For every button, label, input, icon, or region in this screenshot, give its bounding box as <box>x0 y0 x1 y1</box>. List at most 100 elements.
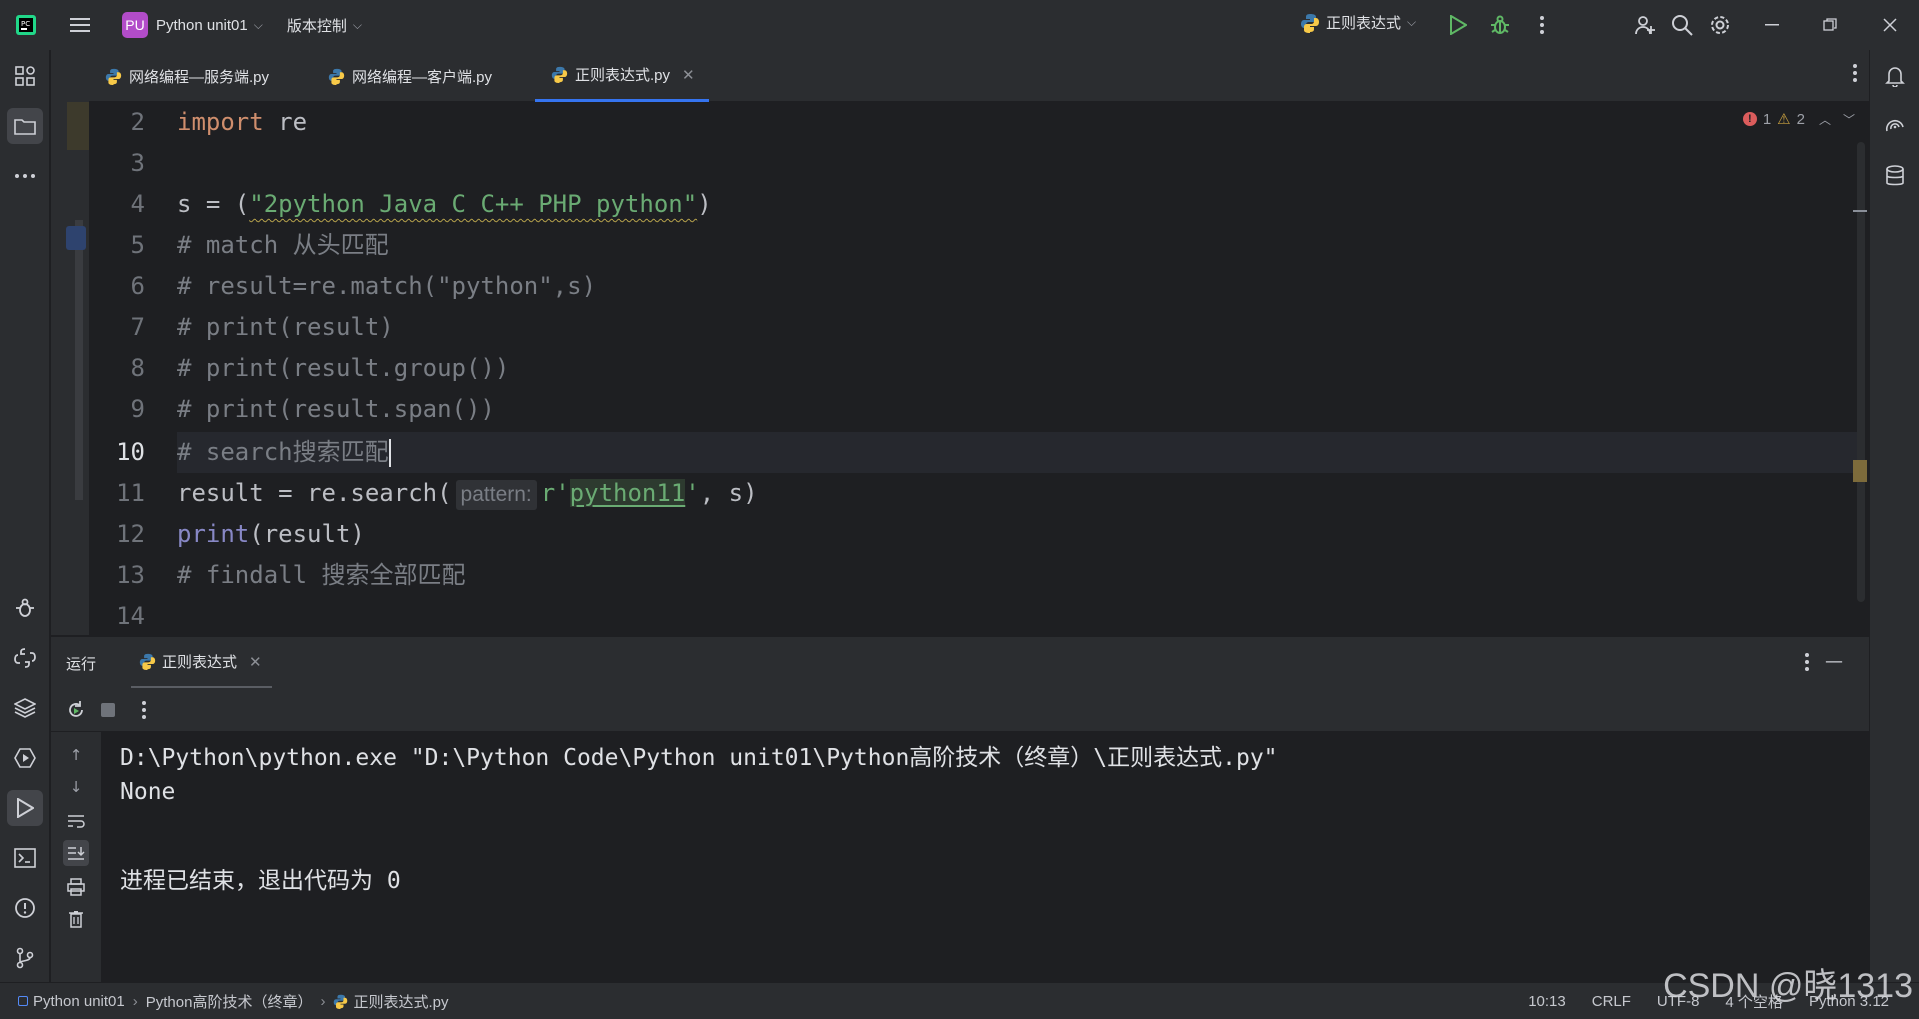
line-number[interactable]: 14 <box>89 602 145 630</box>
breadcrumb-item[interactable]: Python unit01 <box>33 993 125 1010</box>
title-bar: PC PU Python unit01 ⌵ 版本控制 ⌵ 正则表达式 ⌵ <box>0 0 1919 50</box>
code-line[interactable]: result = re.search(pattern: r'python11', … <box>177 473 758 514</box>
scroll-marker <box>1853 210 1867 212</box>
close-icon[interactable]: ✕ <box>249 653 262 671</box>
code-line[interactable]: # match 从头匹配 <box>177 225 389 266</box>
tab-label: 网络编程—客户端.py <box>352 68 493 86</box>
line-number[interactable]: 6 <box>89 272 145 300</box>
line-number[interactable]: 4 <box>89 190 145 218</box>
vcs-label: 版本控制 <box>286 17 347 35</box>
code-line[interactable]: # print(result.span()) <box>177 389 495 430</box>
rerun-icon[interactable] <box>63 697 89 723</box>
run-config-selector[interactable]: 正则表达式 ⌵ <box>1300 12 1416 33</box>
folder-icon[interactable] <box>7 108 43 144</box>
interpreter[interactable]: Python 3.12 <box>1809 993 1889 1010</box>
project-selector[interactable]: Python unit01 ⌵ <box>156 17 263 34</box>
scroll-end-icon[interactable] <box>63 840 89 866</box>
bug-icon[interactable] <box>7 590 43 626</box>
bell-icon[interactable] <box>1877 58 1913 94</box>
close-icon[interactable]: ✕ <box>682 66 695 84</box>
more-icon[interactable] <box>1522 5 1562 45</box>
gear-icon[interactable] <box>1700 5 1740 45</box>
code-line[interactable]: import re <box>177 102 307 143</box>
error-icon: ! <box>1742 112 1757 126</box>
line-number[interactable]: 10 <box>89 438 145 466</box>
file-encoding[interactable]: UTF-8 <box>1657 993 1700 1010</box>
tab-regex[interactable]: 正则表达式.py ✕ <box>535 50 709 102</box>
code-line[interactable]: # result=re.match("python",s) <box>177 266 596 307</box>
run-icon[interactable] <box>1438 5 1478 45</box>
code-line[interactable]: # findall 搜索全部匹配 <box>177 555 466 596</box>
project-badge[interactable]: PU <box>122 12 148 38</box>
trash-icon[interactable] <box>63 906 89 932</box>
wrap-icon[interactable] <box>63 808 89 834</box>
tab-label: 正则表达式.py <box>575 67 671 84</box>
code-line[interactable]: # print(result.group()) <box>177 348 509 389</box>
line-number[interactable]: 12 <box>89 520 145 548</box>
minimize-icon[interactable] <box>1752 5 1792 45</box>
chevron-down-icon: ⌵ <box>1407 15 1417 29</box>
more-icon[interactable] <box>7 158 43 194</box>
line-number[interactable]: 5 <box>89 231 145 259</box>
breadcrumb-item[interactable]: Python高阶技术（终章） <box>146 991 313 1012</box>
regex-fragment: python11 <box>569 479 686 507</box>
line-number[interactable]: 3 <box>89 149 145 177</box>
code-line[interactable]: s = ("2python Java C C++ PHP python") <box>177 184 712 225</box>
indent-setting[interactable]: 4 个空格 <box>1725 991 1783 1012</box>
caret-position[interactable]: 10:13 <box>1528 993 1566 1010</box>
vcs-menu[interactable]: 版本控制 ⌵ <box>287 15 362 36</box>
close-icon[interactable] <box>1870 5 1910 45</box>
line-number[interactable]: 8 <box>89 354 145 382</box>
line-number[interactable]: 13 <box>89 561 145 589</box>
more-icon[interactable] <box>131 697 157 723</box>
code-line[interactable]: # print(result) <box>177 307 394 348</box>
stop-icon[interactable] <box>95 697 121 723</box>
search-icon[interactable] <box>1662 5 1702 45</box>
services-icon[interactable] <box>7 740 43 776</box>
ai-assistant-icon[interactable] <box>1877 108 1913 144</box>
run-console[interactable]: D:\Python\python.exe "D:\Python Code\Pyt… <box>101 732 1869 982</box>
code-line[interactable]: # search搜索匹配 <box>177 432 391 473</box>
chevron-down-icon[interactable]: ﹀ <box>1843 111 1855 128</box>
run-tool-icon[interactable] <box>7 790 43 826</box>
python-icon <box>551 66 568 83</box>
python-console-icon[interactable] <box>7 640 43 676</box>
inspection-widget[interactable]: ! 1 ⚠ 2 ︿ ﹀ <box>1742 110 1855 128</box>
layers-icon[interactable] <box>7 690 43 726</box>
warning-scroll-marker[interactable] <box>1853 460 1867 482</box>
line-number[interactable]: 7 <box>89 313 145 341</box>
problems-icon[interactable] <box>7 890 43 926</box>
arrow-up-icon[interactable]: ↑ <box>63 742 89 768</box>
project-scrollbar[interactable] <box>75 220 83 500</box>
git-icon[interactable] <box>7 940 43 976</box>
more-icon[interactable] <box>1853 64 1857 86</box>
code-line[interactable]: print(result) <box>177 514 365 555</box>
arrow-down-icon[interactable]: ↓ <box>63 774 89 800</box>
run-tab[interactable]: 正则表达式 ✕ <box>131 637 272 689</box>
python-icon <box>1301 13 1319 33</box>
app-logo-icon[interactable]: PC <box>6 5 46 45</box>
terminal-icon[interactable] <box>7 840 43 876</box>
debug-icon[interactable] <box>1480 5 1520 45</box>
line-number[interactable]: 9 <box>89 395 145 423</box>
restore-icon[interactable] <box>1810 5 1850 45</box>
more-icon[interactable] <box>1805 653 1809 675</box>
database-icon[interactable] <box>1877 158 1913 194</box>
project-name: Python unit01 <box>156 16 248 34</box>
code-editor[interactable]: 2 3 4 5 6 7 8 9 10 11 12 13 14 import re s = ("2pyth… <box>89 102 1869 635</box>
add-user-icon[interactable] <box>1625 5 1665 45</box>
minimize-icon[interactable]: — <box>1825 651 1843 672</box>
line-number[interactable]: 11 <box>89 479 145 507</box>
line-number[interactable]: 2 <box>89 108 145 136</box>
print-icon[interactable] <box>63 874 89 900</box>
structure-icon[interactable] <box>7 58 43 94</box>
hamburger-menu-icon[interactable] <box>60 5 100 45</box>
tab-network-server[interactable]: 网络编程—服务端.py <box>105 50 269 102</box>
tab-network-client[interactable]: 网络编程—客户端.py <box>328 50 492 102</box>
chevron-up-icon[interactable]: ︿ <box>1819 111 1831 128</box>
run-panel-title: 运行 <box>66 656 97 673</box>
line-number-gutter[interactable]: 2 3 4 5 6 7 8 9 10 11 12 13 14 <box>89 102 177 635</box>
line-separator[interactable]: CRLF <box>1592 993 1631 1010</box>
console-line: D:\Python\python.exe "D:\Python Code\Pyt… <box>120 745 1278 771</box>
breadcrumb-item[interactable]: 正则表达式.py <box>353 991 448 1012</box>
